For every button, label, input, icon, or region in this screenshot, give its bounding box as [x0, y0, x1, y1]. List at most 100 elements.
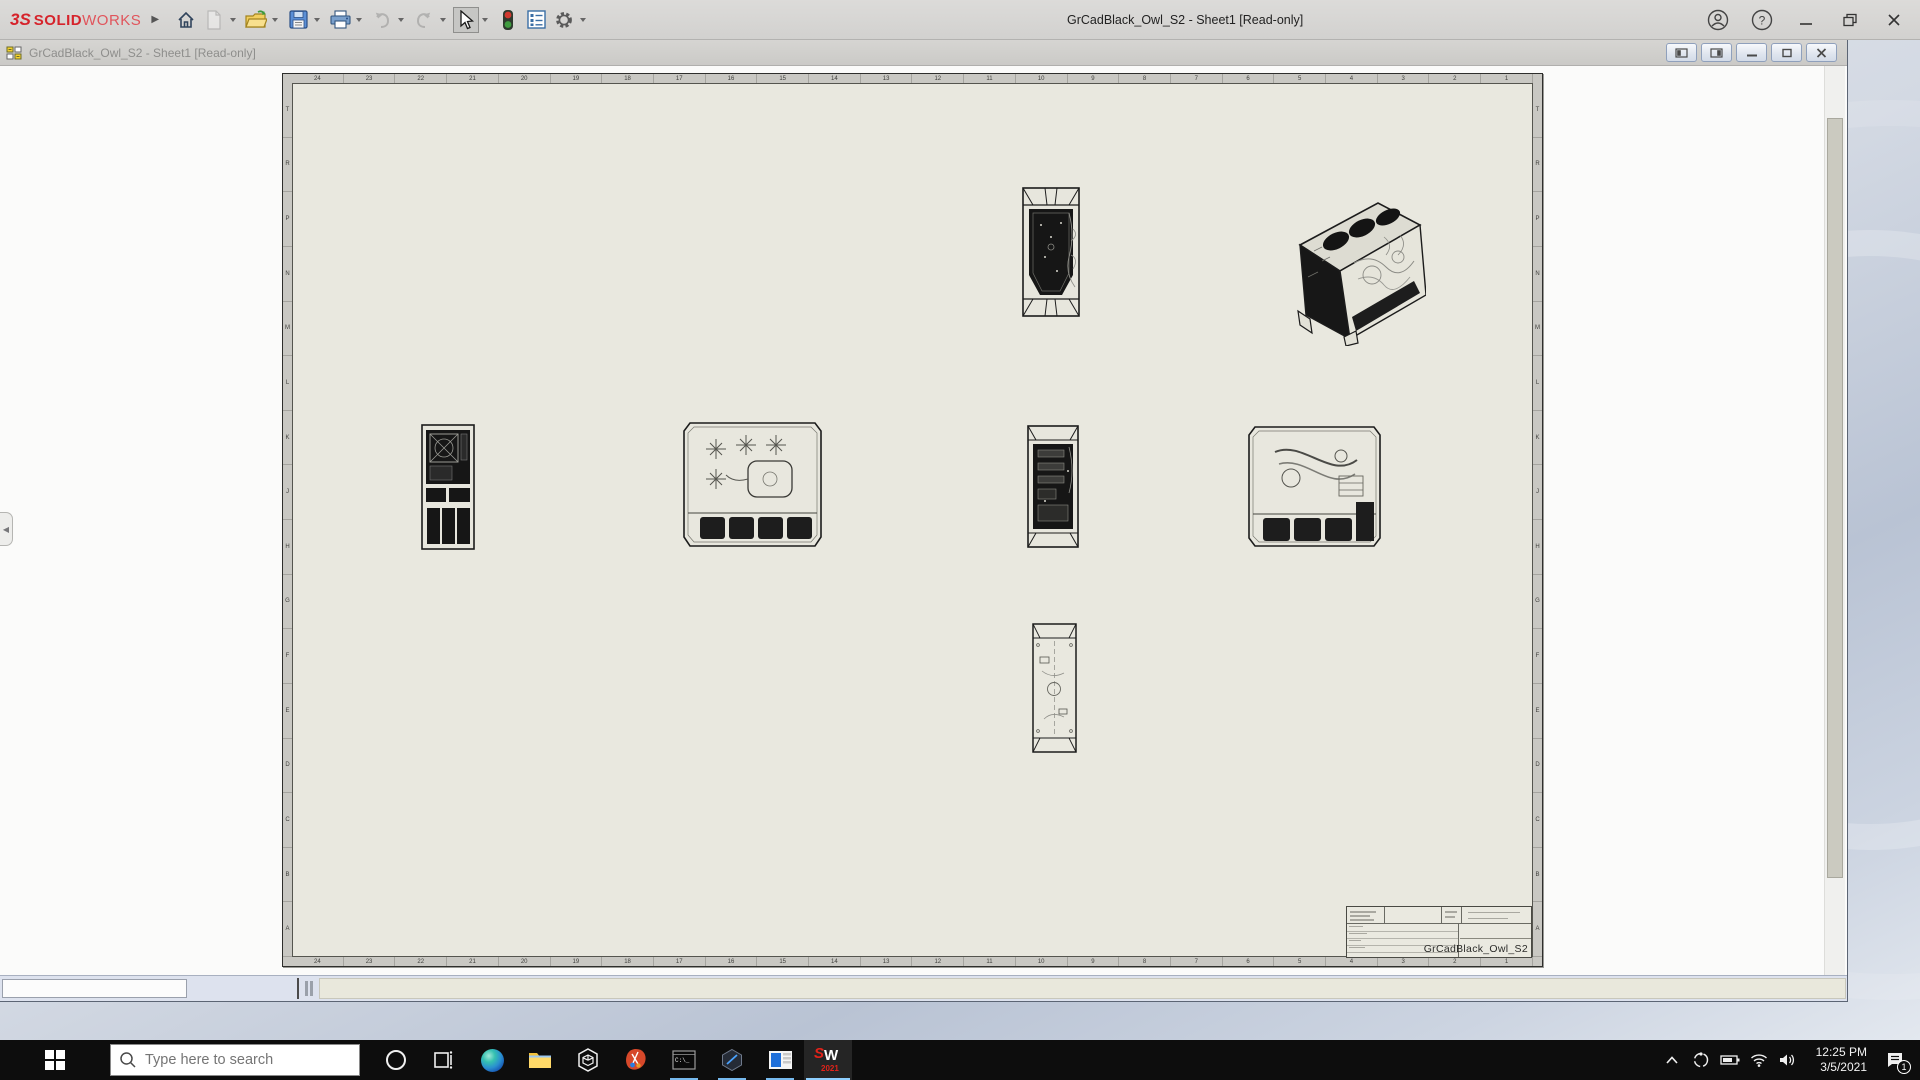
taskbar-app-hexagon[interactable] — [708, 1040, 756, 1080]
taskbar-app-edge[interactable] — [468, 1040, 516, 1080]
taskbar-clock[interactable]: 12:25 PM 3/5/2021 — [1807, 1045, 1867, 1075]
drawing-view-front-internal[interactable] — [1023, 423, 1083, 550]
pane-splitter[interactable] — [297, 978, 299, 999]
print-caret[interactable] — [356, 18, 362, 22]
taskbar-app-solidworks[interactable]: S W 2021 — [804, 1040, 852, 1080]
taskbar-app-cortana[interactable] — [372, 1040, 420, 1080]
speaker-icon — [1779, 1053, 1797, 1067]
undo-caret[interactable] — [398, 18, 404, 22]
doc-restore-button[interactable] — [1771, 43, 1802, 62]
zone-label: 14 — [809, 74, 861, 83]
sheet-paper: GrCadBlack_Owl_S2 — [292, 83, 1533, 957]
doc-pane-left-button[interactable] — [1666, 43, 1697, 62]
zone-label: B — [283, 848, 292, 903]
select-tool-caret[interactable] — [482, 18, 488, 22]
tray-people-button[interactable] — [1691, 1040, 1711, 1080]
taskbar-app-snip[interactable] — [612, 1040, 660, 1080]
drawing-view-side-right[interactable] — [1247, 422, 1382, 552]
panel-collapse-tab[interactable]: ◀ — [0, 512, 13, 546]
options-button[interactable] — [551, 7, 577, 33]
account-button[interactable] — [1706, 8, 1730, 32]
tray-battery-button[interactable] — [1720, 1040, 1740, 1080]
zone-label: 1 — [1481, 74, 1533, 83]
select-tool-button[interactable] — [453, 7, 479, 33]
file-properties-button[interactable] — [523, 7, 549, 33]
zone-label: K — [283, 411, 292, 466]
save-button[interactable] — [285, 7, 311, 33]
taskbar-app-3dviewer[interactable] — [564, 1040, 612, 1080]
drawing-view-isometric[interactable] — [1274, 191, 1426, 346]
splitter-grip[interactable] — [305, 981, 313, 996]
zone-label: N — [1533, 247, 1542, 302]
tray-chevron-button[interactable] — [1662, 1040, 1682, 1080]
zone-label: 3 — [1378, 957, 1430, 966]
zone-label: A — [1533, 902, 1542, 957]
horizontal-scrollbar-thumb[interactable] — [2, 979, 187, 998]
doc-pane-right-button[interactable] — [1701, 43, 1732, 62]
redo-button[interactable] — [411, 7, 437, 33]
taskbar-app-window[interactable] — [756, 1040, 804, 1080]
taskbar-search[interactable] — [110, 1044, 360, 1076]
print-button[interactable] — [327, 7, 353, 33]
doc-minimize-button[interactable] — [1736, 43, 1767, 62]
graphics-viewport[interactable]: 242322212019181716151413121110987654321 … — [0, 66, 1847, 976]
new-document-button[interactable] — [201, 7, 227, 33]
zone-label: F — [1533, 629, 1542, 684]
quick-toolbar — [173, 7, 591, 33]
save-caret[interactable] — [314, 18, 320, 22]
zone-label: 19 — [551, 957, 603, 966]
cortana-icon — [384, 1048, 408, 1072]
chevron-up-icon — [1665, 1055, 1679, 1065]
app-titlebar: 3SSOLIDWORKS ▶ — [0, 0, 1920, 40]
undo-button[interactable] — [369, 7, 395, 33]
print-icon — [330, 10, 351, 29]
3d-viewer-icon — [576, 1048, 600, 1072]
drawing-view-side-left[interactable] — [682, 417, 823, 552]
title-block-cell — [1347, 907, 1385, 923]
drawing-sheet[interactable]: 242322212019181716151413121110987654321 … — [282, 73, 1543, 967]
help-button[interactable]: ? — [1750, 8, 1774, 32]
tray-wifi-button[interactable] — [1749, 1040, 1769, 1080]
action-center-button[interactable]: 1 — [1876, 1040, 1914, 1080]
document-titlebar: GrCadBlack_Owl_S2 - Sheet1 [Read-only] — [0, 40, 1847, 66]
drawing-view-front-top[interactable] — [1017, 185, 1085, 319]
zone-label: 6 — [1223, 74, 1275, 83]
taskbar-app-terminal[interactable]: C:\_ — [660, 1040, 708, 1080]
edge-icon — [481, 1049, 504, 1072]
zone-label: 17 — [654, 957, 706, 966]
drawing-view-rear[interactable] — [417, 422, 479, 552]
open-caret[interactable] — [272, 18, 278, 22]
doc-close-button[interactable] — [1806, 43, 1837, 62]
vertical-scrollbar[interactable] — [1824, 66, 1845, 976]
zone-label: 21 — [447, 957, 499, 966]
zone-label: 14 — [809, 957, 861, 966]
title-block-cell — [1442, 907, 1462, 923]
tray-volume-button[interactable] — [1778, 1040, 1798, 1080]
undo-icon — [372, 11, 392, 29]
zone-label: E — [1533, 684, 1542, 739]
document-window-controls — [1666, 43, 1837, 62]
open-button[interactable] — [243, 7, 269, 33]
home-button[interactable] — [173, 7, 199, 33]
close-button[interactable] — [1882, 8, 1906, 32]
taskbar-app-taskview[interactable] — [420, 1040, 468, 1080]
options-caret[interactable] — [580, 18, 586, 22]
zone-label: 3 — [1378, 74, 1430, 83]
menu-flyout-arrow-icon[interactable]: ▶ — [151, 14, 159, 25]
start-button[interactable] — [0, 1040, 110, 1080]
system-tray: 12:25 PM 3/5/2021 1 — [1662, 1040, 1920, 1080]
rebuild-button[interactable] — [495, 7, 521, 33]
redo-caret[interactable] — [440, 18, 446, 22]
drawing-view-plan[interactable] — [1028, 621, 1081, 755]
zone-label: 17 — [654, 74, 706, 83]
zone-label: 4 — [1326, 74, 1378, 83]
search-input[interactable] — [145, 1052, 345, 1068]
minimize-button[interactable] — [1794, 8, 1818, 32]
taskbar-app-explorer[interactable] — [516, 1040, 564, 1080]
horizontal-scrollbar[interactable] — [0, 975, 1847, 1001]
people-icon — [1692, 1051, 1710, 1069]
new-document-caret[interactable] — [230, 18, 236, 22]
restore-button[interactable] — [1838, 8, 1862, 32]
command-prompt-icon: C:\_ — [672, 1050, 696, 1070]
vertical-scrollbar-thumb[interactable] — [1827, 118, 1843, 878]
